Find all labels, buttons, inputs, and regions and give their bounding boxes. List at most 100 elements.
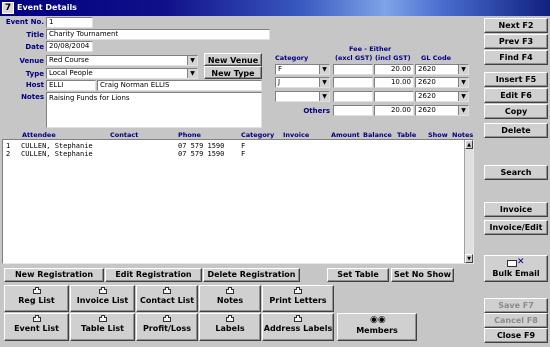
- email-icon: ✕: [507, 257, 525, 268]
- event-app-icon[interactable]: 7: [2, 2, 14, 14]
- edit-button[interactable]: Edit F6: [484, 88, 548, 103]
- search-button[interactable]: Search: [484, 165, 548, 180]
- notes-button[interactable]: Notes: [199, 285, 261, 312]
- excl-gst-header: (excl GST): [335, 54, 373, 62]
- host-name-field[interactable]: Craig Norman ELLIS: [97, 80, 262, 91]
- chevron-down-icon[interactable]: ▼: [319, 92, 329, 101]
- date-field[interactable]: 20/08/2004: [46, 41, 93, 52]
- delete-button[interactable]: Delete: [484, 123, 548, 138]
- next-button[interactable]: Next F2: [484, 18, 548, 33]
- incl-gst-header: (incl GST): [375, 54, 411, 62]
- invoice-edit-button[interactable]: Invoice/Edit: [484, 220, 548, 235]
- delete-registration-button[interactable]: Delete Registration: [203, 268, 300, 282]
- col-phone: Phone: [178, 131, 201, 139]
- fee-excl-3[interactable]: [333, 91, 373, 102]
- list-scrollbar[interactable]: ▲ ▼: [464, 140, 473, 263]
- col-table: Table: [397, 131, 417, 139]
- profit-loss-button[interactable]: Profit/Loss: [136, 313, 198, 341]
- type-label: Type: [25, 70, 44, 78]
- others-label: Others: [303, 107, 330, 115]
- others-incl[interactable]: 20.00: [374, 105, 414, 116]
- fee-gl-2[interactable]: 2620 ▼: [415, 77, 469, 88]
- printer-icon: [224, 315, 236, 323]
- others-gl[interactable]: 2620 ▼: [415, 105, 469, 116]
- new-type-button[interactable]: New Type: [204, 66, 262, 79]
- new-registration-button[interactable]: New Registration: [4, 268, 104, 282]
- fee-gl-3[interactable]: 2620 ▼: [415, 91, 469, 102]
- host-label: Host: [25, 81, 44, 89]
- col-invoice: Invoice: [283, 131, 310, 139]
- bulk-email-button[interactable]: ✕ Bulk Email: [484, 255, 548, 282]
- col-notes: Notes: [452, 131, 474, 139]
- col-show: Show: [428, 131, 448, 139]
- col-balance: Balance: [363, 131, 392, 139]
- chevron-down-icon[interactable]: ▼: [187, 69, 197, 78]
- date-label: Date: [25, 43, 44, 51]
- type-dropdown[interactable]: Local People ▼: [46, 68, 198, 79]
- fee-category-2[interactable]: J ▼: [275, 77, 330, 88]
- fee-incl-1[interactable]: 20.00: [374, 64, 414, 75]
- insert-button[interactable]: Insert F5: [484, 72, 548, 87]
- attendee-list[interactable]: 1 CULLEN, Stephanie 07 579 1590 F 2 CULL…: [2, 139, 474, 264]
- chevron-down-icon[interactable]: ▼: [458, 92, 468, 101]
- contact-list-button[interactable]: Contact List: [136, 285, 198, 312]
- find-button[interactable]: Find F4: [484, 50, 548, 65]
- printer-icon: [31, 315, 43, 323]
- chevron-down-icon[interactable]: ▼: [319, 65, 329, 74]
- address-labels-button[interactable]: Address Labels: [262, 313, 334, 341]
- printer-icon: [161, 315, 173, 323]
- fee-category-3[interactable]: ▼: [275, 91, 330, 102]
- invoice-button[interactable]: Invoice: [484, 202, 548, 217]
- notes-field[interactable]: Raising Funds for Lions: [46, 92, 262, 128]
- event-list-button[interactable]: Event List: [4, 313, 69, 341]
- fee-header: Fee - Either: [349, 45, 392, 53]
- title-bar: 7 Event Details: [0, 0, 550, 16]
- scroll-down-icon[interactable]: ▼: [465, 254, 473, 263]
- fee-incl-2[interactable]: 10.00: [374, 77, 414, 88]
- prev-button[interactable]: Prev F3: [484, 34, 548, 49]
- venue-dropdown[interactable]: Red Course ▼: [46, 55, 198, 66]
- chevron-down-icon[interactable]: ▼: [187, 56, 197, 65]
- printer-icon: [224, 287, 236, 295]
- printer-icon: [292, 315, 304, 323]
- title-field[interactable]: Charity Tournament: [46, 29, 270, 40]
- fee-category-1[interactable]: F ▼: [275, 64, 330, 75]
- event-no-field[interactable]: 1: [46, 17, 93, 28]
- set-no-show-button[interactable]: Set No Show: [391, 268, 454, 282]
- chevron-down-icon[interactable]: ▼: [319, 78, 329, 87]
- printer-icon: [97, 315, 109, 323]
- host-code-field[interactable]: ELLI: [46, 80, 96, 91]
- fee-excl-1[interactable]: [333, 64, 373, 75]
- col-contact: Contact: [110, 131, 139, 139]
- fee-excl-2[interactable]: [333, 77, 373, 88]
- set-table-button[interactable]: Set Table: [327, 268, 389, 282]
- printer-icon: [161, 287, 173, 295]
- new-venue-button[interactable]: New Venue: [204, 53, 262, 66]
- gl-code-header: GL Code: [421, 54, 452, 62]
- type-value: Local People: [49, 69, 93, 77]
- members-button[interactable]: ◉◉ Members: [337, 313, 417, 341]
- save-button[interactable]: Save F7: [484, 298, 548, 313]
- chevron-down-icon[interactable]: ▼: [458, 106, 468, 115]
- table-list-button[interactable]: Table List: [70, 313, 135, 341]
- fee-gl-1[interactable]: 2620 ▼: [415, 64, 469, 75]
- chevron-down-icon[interactable]: ▼: [458, 78, 468, 87]
- binoculars-icon: ◉◉: [370, 315, 386, 325]
- col-amount: Amount: [331, 131, 360, 139]
- printer-icon: [97, 287, 109, 295]
- print-letters-button[interactable]: Print Letters: [262, 285, 334, 312]
- labels-button[interactable]: Labels: [199, 313, 261, 341]
- invoice-list-button[interactable]: Invoice List: [70, 285, 135, 312]
- copy-button[interactable]: Copy: [484, 104, 548, 119]
- window-title: Event Details: [17, 3, 77, 12]
- reg-list-button[interactable]: Reg List: [4, 285, 69, 312]
- fee-incl-3[interactable]: [374, 91, 414, 102]
- close-button[interactable]: Close F9: [484, 328, 548, 343]
- chevron-down-icon[interactable]: ▼: [458, 65, 468, 74]
- edit-registration-button[interactable]: Edit Registration: [105, 268, 202, 282]
- others-excl[interactable]: [333, 105, 373, 116]
- cancel-button[interactable]: Cancel F8: [484, 313, 548, 328]
- venue-label: Venue: [19, 57, 45, 65]
- scroll-up-icon[interactable]: ▲: [465, 140, 473, 149]
- printer-icon: [292, 287, 304, 295]
